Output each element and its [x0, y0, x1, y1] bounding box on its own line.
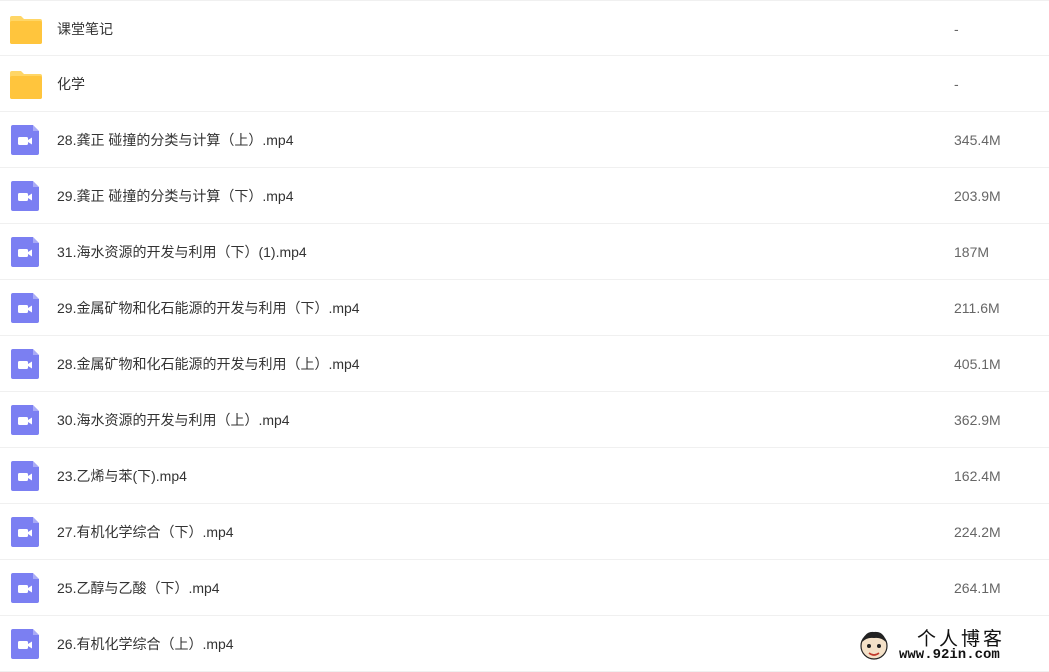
- video-file-icon: [9, 572, 43, 604]
- file-size: 362.9M: [954, 412, 1001, 428]
- file-size: 162.4M: [954, 468, 1001, 484]
- video-file-icon: [9, 124, 43, 156]
- file-size: 203.9M: [954, 188, 1001, 204]
- file-name[interactable]: 27.有机化学综合（下）.mp4: [57, 504, 234, 560]
- blog-watermark: 个人博客 www.92in.com: [851, 624, 1047, 665]
- file-row[interactable]: 23.乙烯与苯(下).mp4 162.4M: [0, 448, 1049, 504]
- file-name[interactable]: 23.乙烯与苯(下).mp4: [57, 448, 187, 504]
- file-row[interactable]: 29.金属矿物和化石能源的开发与利用（下）.mp4 211.6M: [0, 280, 1049, 336]
- file-row[interactable]: 28.金属矿物和化石能源的开发与利用（上）.mp4 405.1M: [0, 336, 1049, 392]
- file-name[interactable]: 课堂笔记: [57, 1, 113, 57]
- video-file-icon: [9, 516, 43, 548]
- video-file-icon: [9, 404, 43, 436]
- video-file-icon: [9, 180, 43, 212]
- file-name[interactable]: 30.海水资源的开发与利用（上）.mp4: [57, 392, 290, 448]
- file-row[interactable]: 29.龚正 碰撞的分类与计算（下）.mp4 203.9M: [0, 168, 1049, 224]
- cartoon-face-icon: [860, 631, 888, 660]
- file-row[interactable]: 28.龚正 碰撞的分类与计算（上）.mp4 345.4M: [0, 112, 1049, 168]
- video-file-icon: [9, 348, 43, 380]
- file-name[interactable]: 28.龚正 碰撞的分类与计算（上）.mp4: [57, 112, 293, 168]
- file-name[interactable]: 29.龚正 碰撞的分类与计算（下）.mp4: [57, 168, 293, 224]
- file-name[interactable]: 化学: [57, 56, 85, 112]
- file-name[interactable]: 31.海水资源的开发与利用（下）(1).mp4: [57, 224, 307, 280]
- file-size: 224.2M: [954, 524, 1001, 540]
- folder-row[interactable]: 课堂笔记 -: [0, 0, 1049, 56]
- file-size: 211.6M: [954, 300, 1000, 316]
- file-size: 345.4M: [954, 132, 1001, 148]
- file-size: 187M: [954, 244, 990, 260]
- file-row[interactable]: 25.乙醇与乙酸（下）.mp4 264.1M: [0, 560, 1049, 616]
- file-size: 405.1M: [954, 356, 1001, 372]
- file-size: -: [954, 76, 959, 92]
- folder-row[interactable]: 化学 -: [0, 56, 1049, 112]
- video-file-icon: [9, 460, 43, 492]
- file-size: -: [954, 21, 959, 37]
- video-file-icon: [9, 628, 43, 660]
- file-name[interactable]: 26.有机化学综合（上）.mp4: [57, 616, 234, 672]
- folder-icon: [9, 68, 43, 100]
- file-row[interactable]: 31.海水资源的开发与利用（下）(1).mp4 187M: [0, 224, 1049, 280]
- folder-icon: [9, 13, 43, 45]
- file-name[interactable]: 25.乙醇与乙酸（下）.mp4: [57, 560, 220, 616]
- file-row[interactable]: 27.有机化学综合（下）.mp4 224.2M: [0, 504, 1049, 560]
- file-list: 课堂笔记 - 化学 - 28.龚正 碰撞的分类与计算（上）.mp4 345.4M 29.龚正…: [0, 0, 1049, 672]
- file-size: 264.1M: [954, 580, 1001, 596]
- video-file-icon: [9, 236, 43, 268]
- video-file-icon: [9, 292, 43, 324]
- watermark-url: www.92in.com: [899, 647, 1000, 663]
- file-name[interactable]: 29.金属矿物和化石能源的开发与利用（下）.mp4: [57, 280, 360, 336]
- file-name[interactable]: 28.金属矿物和化石能源的开发与利用（上）.mp4: [57, 336, 360, 392]
- file-row[interactable]: 30.海水资源的开发与利用（上）.mp4 362.9M: [0, 392, 1049, 448]
